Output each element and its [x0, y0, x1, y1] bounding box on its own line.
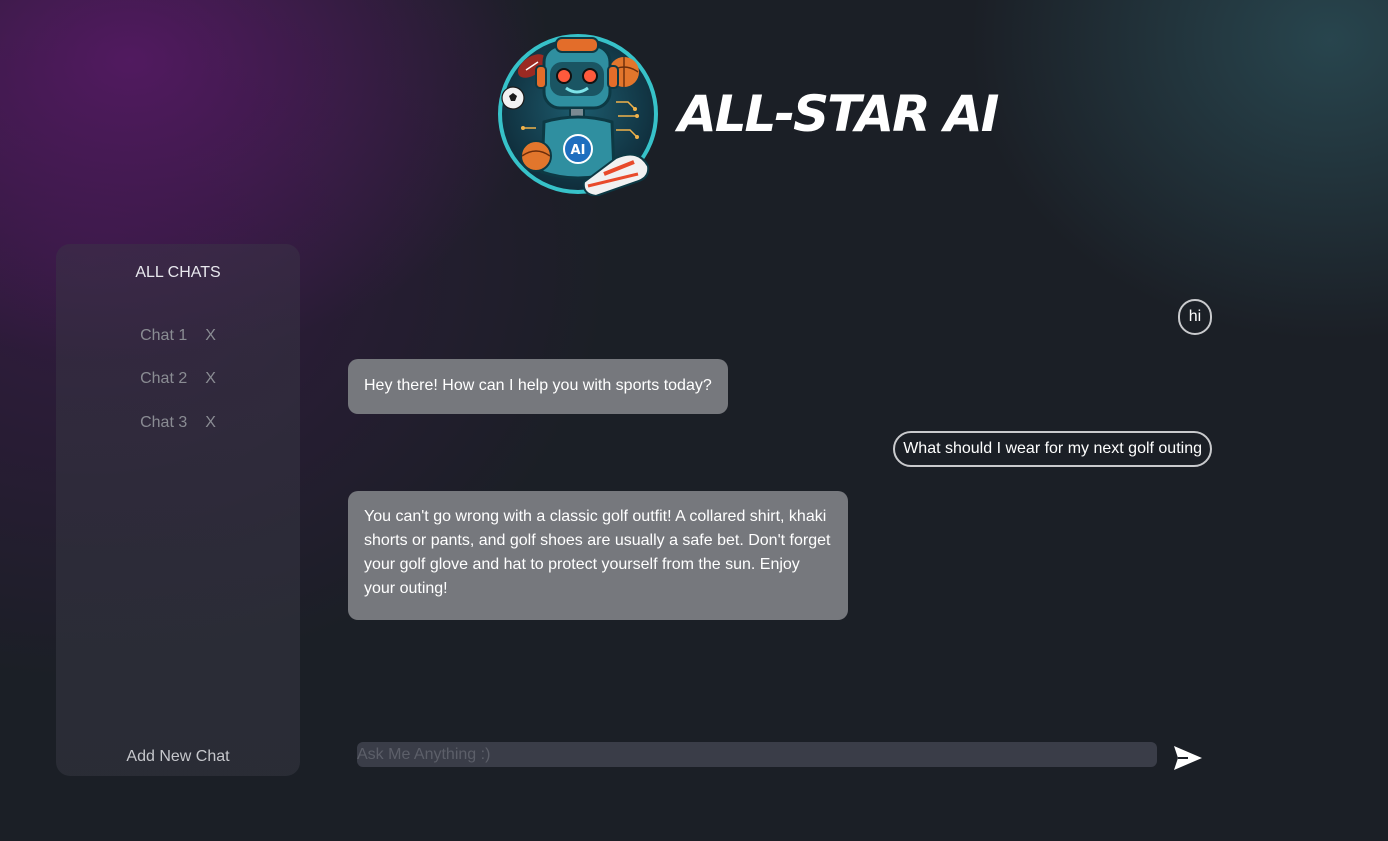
user-message: What should I wear for my next golf outi… [893, 431, 1212, 467]
user-message: hi [1178, 299, 1212, 335]
chat-list: Chat 1 X Chat 2 X Chat 3 X [56, 314, 300, 445]
chat-item-label[interactable]: Chat 3 [140, 414, 187, 432]
app-title: ALL-STAR AI [678, 85, 999, 143]
robot-athlete-logo-icon: AI [498, 34, 658, 196]
chat-sidebar: ALL CHATS Chat 1 X Chat 2 X Chat 3 X Add… [56, 244, 300, 776]
sidebar-title: ALL CHATS [135, 264, 221, 281]
chat-item-label[interactable]: Chat 2 [140, 370, 187, 388]
delete-chat-button[interactable]: X [205, 414, 216, 432]
bot-message: You can't go wrong with a classic golf o… [348, 491, 848, 620]
chat-item-label[interactable]: Chat 1 [140, 327, 187, 345]
logo-badge-text: AI [571, 143, 586, 158]
delete-chat-button[interactable]: X [205, 370, 216, 388]
send-icon[interactable] [1172, 742, 1204, 774]
app-header: AI ALL-STAR AI [496, 32, 999, 196]
add-new-chat-button[interactable]: Add New Chat [56, 748, 300, 766]
message-input[interactable] [357, 742, 1157, 767]
delete-chat-button[interactable]: X [205, 327, 216, 345]
sidebar-item-chat-2[interactable]: Chat 2 X [56, 358, 300, 402]
sidebar-item-chat-3[interactable]: Chat 3 X [56, 401, 300, 445]
bot-message: Hey there! How can I help you with sport… [348, 359, 728, 414]
message-composer [357, 740, 1217, 776]
sidebar-item-chat-1[interactable]: Chat 1 X [56, 314, 300, 358]
